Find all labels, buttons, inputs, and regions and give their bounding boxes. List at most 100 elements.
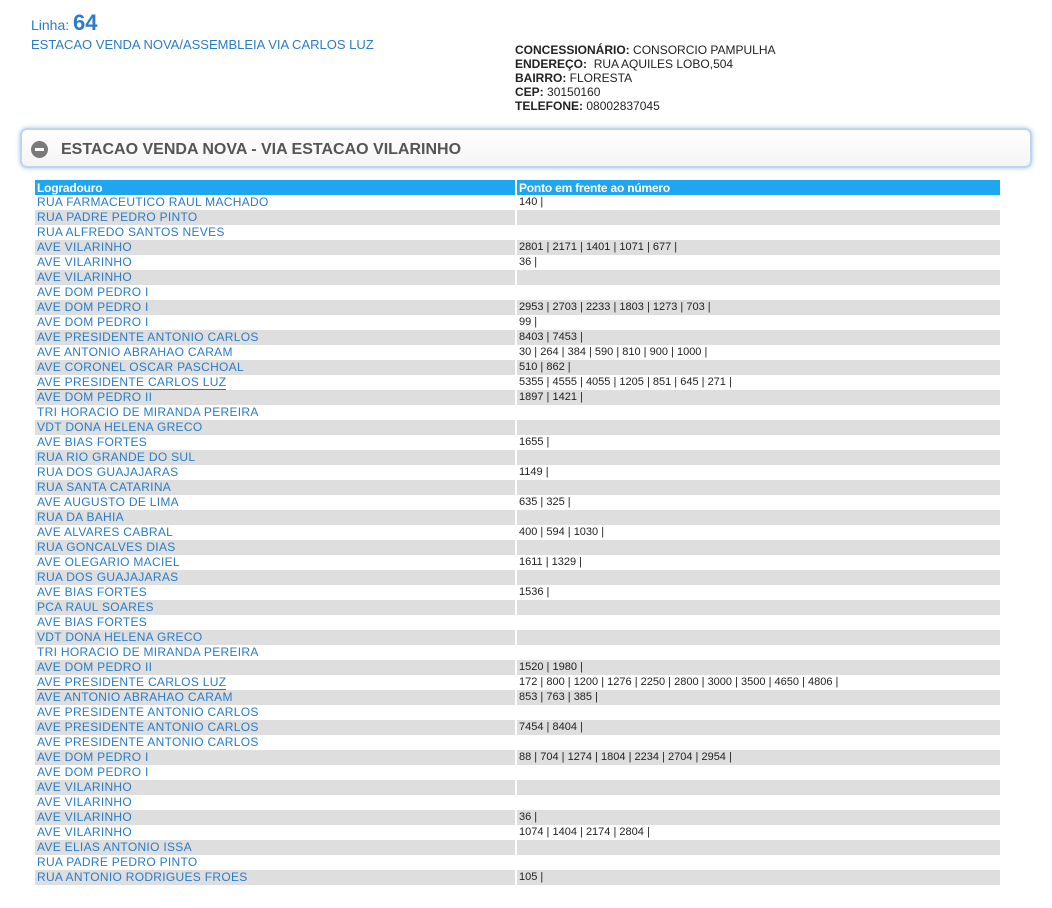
street-link[interactable]: TRI HORACIO DE MIRANDA PEREIRA: [35, 645, 516, 660]
stop-number: 1030: [573, 526, 599, 538]
stop-number: 1276: [607, 676, 632, 688]
street-link[interactable]: RUA FARMACEUTICO RAUL MACHADO: [35, 195, 516, 210]
street-link[interactable]: AVE ANTONIO ABRAHAO CARAM: [35, 690, 516, 705]
street-link[interactable]: AVE PRESIDENTE ANTONIO CARLOS: [35, 330, 516, 345]
street-link[interactable]: AVE VILARINHO: [35, 780, 516, 795]
street-link[interactable]: AVE BIAS FORTES: [35, 615, 516, 630]
street-link[interactable]: AVE AUGUSTO DE LIMA: [35, 495, 516, 510]
street-link[interactable]: AVE ELIAS ANTONIO ISSA: [35, 840, 516, 855]
street-name: AVE VILARINHO: [37, 825, 133, 839]
street-link[interactable]: RUA ANTONIO RODRIGUES FROES: [35, 870, 516, 885]
stop-number: 4055: [585, 376, 611, 388]
stop-number: 590: [594, 346, 614, 358]
table-row: AVE AUGUSTO DE LIMA 635 | 325 |: [35, 495, 1000, 510]
linha-number: 64: [73, 10, 98, 35]
street-link[interactable]: RUA DOS GUAJAJARAS: [35, 570, 516, 585]
stop-number: 7454: [519, 721, 544, 733]
table-row: RUA SANTA CATARINA: [35, 480, 1000, 495]
street-link[interactable]: AVE PRESIDENTE ANTONIO CARLOS: [35, 735, 516, 750]
stop-numbers: [515, 630, 1000, 645]
street-link[interactable]: AVE DOM PEDRO II: [35, 390, 516, 405]
table-row: AVE VILARINHO 1074 | 1404 | 2174 | 2804 |: [35, 825, 1000, 840]
stop-numbers: 36 |: [515, 255, 1000, 270]
direction-panel-header[interactable]: ESTACAO VENDA NOVA - VIA ESTACAO VILARIN…: [20, 128, 1032, 168]
stop-number: 1520: [519, 661, 544, 673]
street-name: AVE VILARINHO: [37, 270, 133, 284]
street-link[interactable]: AVE PRESIDENTE CARLOS LUZ: [35, 375, 516, 390]
street-link[interactable]: AVE VILARINHO: [35, 240, 516, 255]
street-link[interactable]: AVE DOM PEDRO I: [35, 750, 516, 765]
street-link[interactable]: AVE DOM PEDRO I: [35, 315, 516, 330]
stop-number: 1611: [519, 556, 543, 568]
street-link[interactable]: RUA SANTA CATARINA: [35, 480, 516, 495]
stop-number: 1536: [519, 586, 544, 598]
table-row: VDT DONA HELENA GRECO: [35, 630, 1000, 645]
street-link[interactable]: AVE ALVARES CABRAL: [35, 525, 516, 540]
street-link[interactable]: AVE ANTONIO ABRAHAO CARAM: [35, 345, 516, 360]
telefone-label: TELEFONE:: [515, 99, 583, 113]
street-link[interactable]: VDT DONA HELENA GRECO: [35, 630, 516, 645]
street-link[interactable]: AVE DOM PEDRO I: [35, 285, 516, 300]
collapse-minus-icon[interactable]: [31, 141, 48, 158]
column-header-ponto: Ponto em frente ao número: [515, 180, 1000, 195]
stop-number: 635: [519, 496, 538, 508]
stop-number: 2953: [519, 301, 544, 313]
stop-number: 325: [546, 496, 565, 508]
street-name: AVE DOM PEDRO I: [37, 285, 149, 299]
street-name: RUA RIO GRANDE DO SUL: [37, 450, 196, 464]
stop-number: 763: [546, 691, 565, 703]
stop-number: 1897: [519, 391, 544, 403]
street-link[interactable]: RUA DOS GUAJAJARAS: [35, 465, 516, 480]
stop-number: 2800: [674, 676, 699, 688]
route-name: ESTACAO VENDA NOVA/ASSEMBLEIA VIA CARLOS…: [31, 37, 374, 52]
street-link[interactable]: AVE CORONEL OSCAR PASCHOAL: [35, 360, 516, 375]
street-link[interactable]: AVE VILARINHO: [35, 825, 516, 840]
stop-number: 2801: [519, 241, 544, 253]
street-link[interactable]: AVE DOM PEDRO II: [35, 660, 516, 675]
street-link[interactable]: AVE VILARINHO: [35, 270, 516, 285]
stop-number: 4650: [774, 676, 799, 688]
stop-number: 2234: [634, 751, 659, 763]
stop-numbers: [515, 600, 1000, 615]
stop-numbers: 1655 |: [515, 435, 1000, 450]
bairro-label: BAIRRO:: [515, 71, 567, 85]
street-link[interactable]: TRI HORACIO DE MIRANDA PEREIRA: [35, 405, 516, 420]
table-row: AVE VILARINHO: [35, 780, 1000, 795]
street-name: AVE PRESIDENTE ANTONIO CARLOS: [37, 720, 259, 734]
stop-number: 36: [519, 811, 532, 823]
stop-numbers: 1611 | 1329 |: [515, 555, 1000, 570]
stop-number: 810: [622, 346, 641, 358]
stop-numbers: [515, 540, 1000, 555]
street-link[interactable]: AVE BIAS FORTES: [35, 435, 516, 450]
street-link[interactable]: AVE DOM PEDRO I: [35, 765, 516, 780]
street-link[interactable]: AVE VILARINHO: [35, 810, 516, 825]
street-name: AVE ANTONIO ABRAHAO CARAM: [37, 345, 233, 359]
street-link[interactable]: AVE PRESIDENTE ANTONIO CARLOS: [35, 720, 516, 735]
telefone-row: TELEFONE: 08002837045: [515, 99, 776, 113]
stop-number: 704: [540, 751, 559, 763]
street-name: RUA DA BAHIA: [37, 510, 124, 524]
street-link[interactable]: RUA ALFREDO SANTOS NEVES: [35, 225, 516, 240]
street-name: AVE VILARINHO: [37, 240, 133, 254]
street-link[interactable]: RUA PADRE PEDRO PINTO: [35, 855, 516, 870]
stop-numbers: 5355 | 4555 | 4055 | 1205 | 851 | 645 | …: [515, 375, 1000, 390]
street-link[interactable]: AVE BIAS FORTES: [35, 585, 516, 600]
street-link[interactable]: AVE PRESIDENTE ANTONIO CARLOS: [35, 705, 516, 720]
street-link[interactable]: AVE OLEGARIO MACIEL: [35, 555, 516, 570]
street-name: RUA PADRE PEDRO PINTO: [37, 855, 198, 869]
street-link[interactable]: PCA RAUL SOARES: [35, 600, 516, 615]
street-link[interactable]: RUA PADRE PEDRO PINTO: [35, 210, 516, 225]
street-link[interactable]: AVE VILARINHO: [35, 255, 516, 270]
stop-numbers: 1536 |: [515, 585, 1000, 600]
stop-numbers: 510 | 862 |: [515, 360, 1000, 375]
street-link[interactable]: RUA DA BAHIA: [35, 510, 516, 525]
street-link[interactable]: AVE VILARINHO: [35, 795, 516, 810]
street-link[interactable]: RUA GONCALVES DIAS: [35, 540, 516, 555]
street-link[interactable]: VDT DONA HELENA GRECO: [35, 420, 516, 435]
street-name: RUA DOS GUAJAJARAS: [37, 465, 179, 479]
street-link[interactable]: RUA RIO GRANDE DO SUL: [35, 450, 516, 465]
street-link[interactable]: AVE PRESIDENTE CARLOS LUZ: [35, 675, 516, 690]
table-row: RUA ANTONIO RODRIGUES FROES 105 |: [35, 870, 1000, 885]
street-name: AVE DOM PEDRO I: [37, 315, 149, 329]
street-link[interactable]: AVE DOM PEDRO I: [35, 300, 516, 315]
